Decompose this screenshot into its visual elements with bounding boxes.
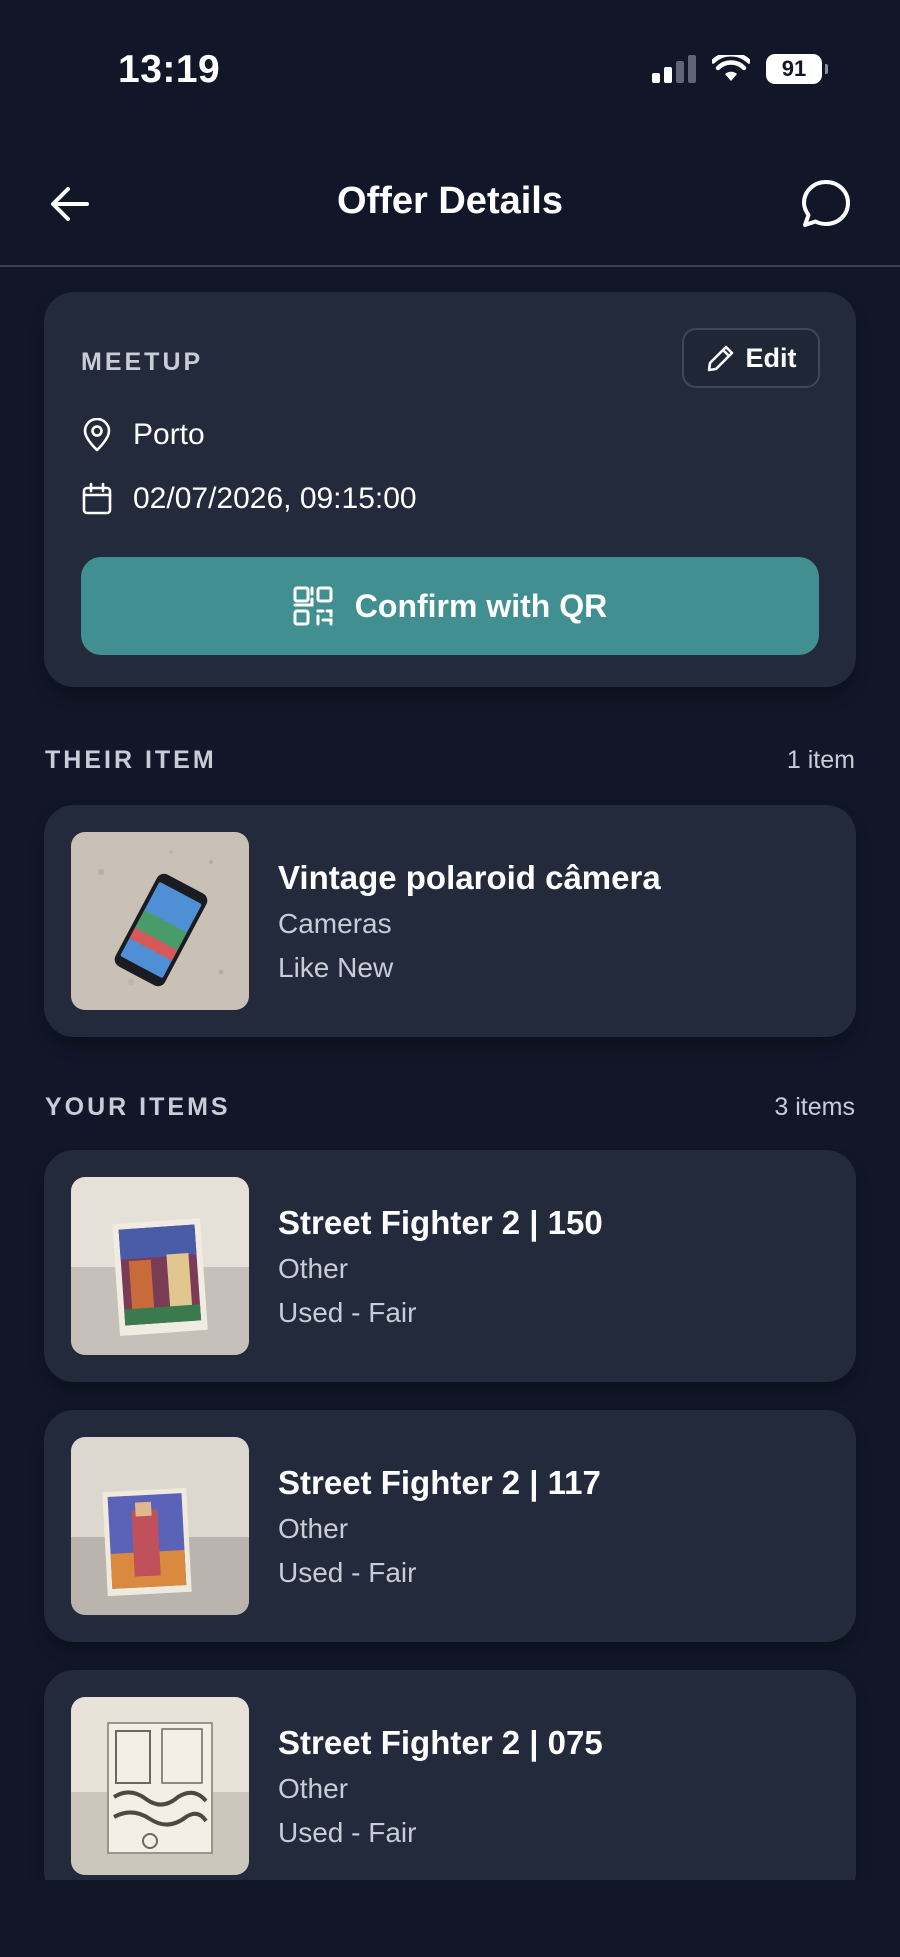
item-photo-card-117 xyxy=(71,1437,249,1615)
meetup-location: Porto xyxy=(81,418,205,452)
status-icons: 91 xyxy=(652,54,828,84)
edit-label: Edit xyxy=(745,342,797,373)
battery-indicator: 91 xyxy=(766,54,828,84)
map-pin-icon xyxy=(83,418,111,452)
their-item-section-header: THEIR ITEM 1 item xyxy=(45,746,855,775)
pencil-icon xyxy=(707,345,733,372)
item-title: Street Fighter 2 | 117 xyxy=(278,1464,601,1501)
qr-code-icon xyxy=(293,586,333,626)
status-time: 13:19 xyxy=(118,48,221,91)
item-title: Street Fighter 2 | 150 xyxy=(278,1204,603,1241)
location-text: Porto xyxy=(133,418,205,451)
item-photo-card-150 xyxy=(71,1177,249,1355)
item-category: Cameras xyxy=(278,908,392,939)
meetup-label: MEETUP xyxy=(81,348,204,376)
item-category: Other xyxy=(278,1253,349,1284)
wifi-icon xyxy=(712,55,750,81)
calendar-icon xyxy=(82,482,112,515)
item-condition: Like New xyxy=(278,952,394,983)
your-items-title: YOUR ITEMS xyxy=(45,1093,231,1121)
item-title: Street Fighter 2 | 075 xyxy=(278,1724,603,1761)
page-title: Offer Details xyxy=(337,180,563,222)
meetup-card: MEETUP Edit Porto 02/07/2026, 09:15:00 C… xyxy=(44,292,856,687)
chat-bubble-icon xyxy=(802,180,850,227)
status-bar: 13:19 91 xyxy=(0,0,900,140)
item-condition: Used - Fair xyxy=(278,1297,417,1328)
bottom-safe-area xyxy=(0,1880,900,1957)
item-category: Other xyxy=(278,1773,349,1804)
item-category: Other xyxy=(278,1513,349,1544)
item-photo-phone xyxy=(71,832,249,1010)
their-item-card[interactable]: Vintage polaroid câmera Cameras Like New xyxy=(44,805,856,1037)
item-photo-card-075 xyxy=(71,1697,249,1875)
confirm-qr-label: Confirm with QR xyxy=(354,587,608,624)
your-items-count: 3 items xyxy=(774,1093,855,1121)
your-item-card[interactable]: Street Fighter 2 | 075 Other Used - Fair xyxy=(44,1670,856,1902)
item-title: Vintage polaroid câmera xyxy=(278,859,661,896)
chat-button[interactable] xyxy=(796,174,856,234)
confirm-with-qr-button[interactable]: Confirm with QR xyxy=(81,557,819,655)
their-item-count: 1 item xyxy=(786,746,855,774)
their-item-title: THEIR ITEM xyxy=(45,746,217,774)
datetime-text: 02/07/2026, 09:15:00 xyxy=(133,482,417,515)
your-item-card[interactable]: Street Fighter 2 | 117 Other Used - Fair xyxy=(44,1410,856,1642)
app-header: Offer Details xyxy=(0,140,900,267)
edit-meetup-button[interactable]: Edit xyxy=(682,328,820,388)
cellular-signal-icon xyxy=(652,55,696,83)
your-items-section-header: YOUR ITEMS 3 items xyxy=(45,1093,855,1122)
item-condition: Used - Fair xyxy=(278,1817,417,1848)
your-item-card[interactable]: Street Fighter 2 | 150 Other Used - Fair xyxy=(44,1150,856,1382)
offer-details-screen: 13:19 91 Offer Details MEETUP Edit Porto… xyxy=(0,0,900,1957)
meetup-datetime: 02/07/2026, 09:15:00 xyxy=(81,482,417,516)
item-condition: Used - Fair xyxy=(278,1557,417,1588)
